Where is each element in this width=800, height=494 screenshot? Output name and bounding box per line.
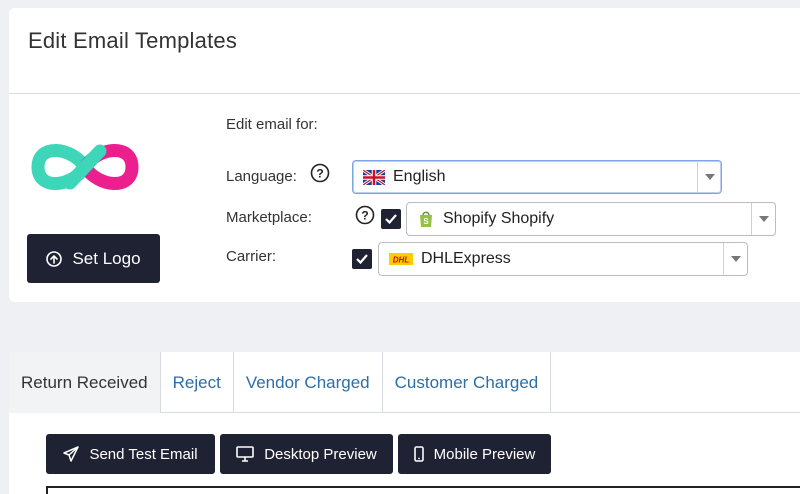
set-logo-button[interactable]: Set Logo [27, 234, 160, 283]
brand-logo [31, 144, 139, 190]
chevron-down-icon[interactable] [723, 243, 747, 275]
marketplace-checkbox[interactable] [381, 209, 401, 229]
tab-return-received[interactable]: Return Received [9, 352, 161, 413]
desktop-preview-button[interactable]: Desktop Preview [220, 434, 393, 474]
send-test-email-label: Send Test Email [89, 445, 198, 463]
carrier-label: Carrier: [226, 248, 277, 265]
upload-circle-icon [46, 250, 63, 267]
chevron-down-icon[interactable] [697, 161, 721, 193]
language-select[interactable]: English [352, 160, 722, 194]
email-editor-area[interactable] [46, 486, 800, 494]
page-title: Edit Email Templates [28, 28, 238, 53]
chevron-down-icon[interactable] [751, 203, 775, 235]
edit-email-for-heading: Edit email for: [226, 116, 318, 133]
shopify-bag-icon: S [420, 211, 432, 227]
language-label: Language: [226, 168, 297, 185]
tab-customer-charged[interactable]: Customer Charged [383, 352, 552, 413]
desktop-preview-label: Desktop Preview [264, 445, 377, 463]
dhl-logo-icon: DHL [389, 253, 413, 265]
carrier-checkbox[interactable] [352, 249, 372, 269]
desktop-icon [236, 446, 255, 462]
help-icon[interactable]: ? [355, 205, 375, 225]
tab-vendor-charged[interactable]: Vendor Charged [234, 352, 383, 413]
mobile-phone-icon [413, 446, 424, 462]
send-test-email-button[interactable]: Send Test Email [46, 434, 215, 474]
check-icon [385, 214, 397, 225]
template-tabs: Return Received Reject Vendor Charged Cu… [9, 352, 800, 413]
svg-text:?: ? [361, 209, 368, 223]
mobile-preview-label: Mobile Preview [433, 445, 536, 463]
svg-text:?: ? [316, 167, 323, 181]
card-header: Edit Email Templates [9, 8, 800, 94]
set-logo-label: Set Logo [72, 248, 141, 268]
marketplace-select[interactable]: S Shopify Shopify [406, 202, 776, 236]
marketplace-value: Shopify Shopify [443, 210, 555, 227]
help-icon[interactable]: ? [310, 163, 330, 183]
paper-plane-icon [63, 446, 80, 462]
language-value: English [393, 168, 446, 185]
svg-text:S: S [423, 217, 429, 226]
uk-flag-icon [363, 169, 385, 185]
marketplace-label: Marketplace: [226, 209, 312, 226]
svg-text:DHL: DHL [393, 256, 410, 265]
carrier-select[interactable]: DHL DHLExpress [378, 242, 748, 276]
check-icon [356, 254, 368, 265]
tab-reject[interactable]: Reject [161, 352, 234, 413]
carrier-value: DHLExpress [421, 250, 511, 267]
mobile-preview-button[interactable]: Mobile Preview [398, 434, 551, 474]
